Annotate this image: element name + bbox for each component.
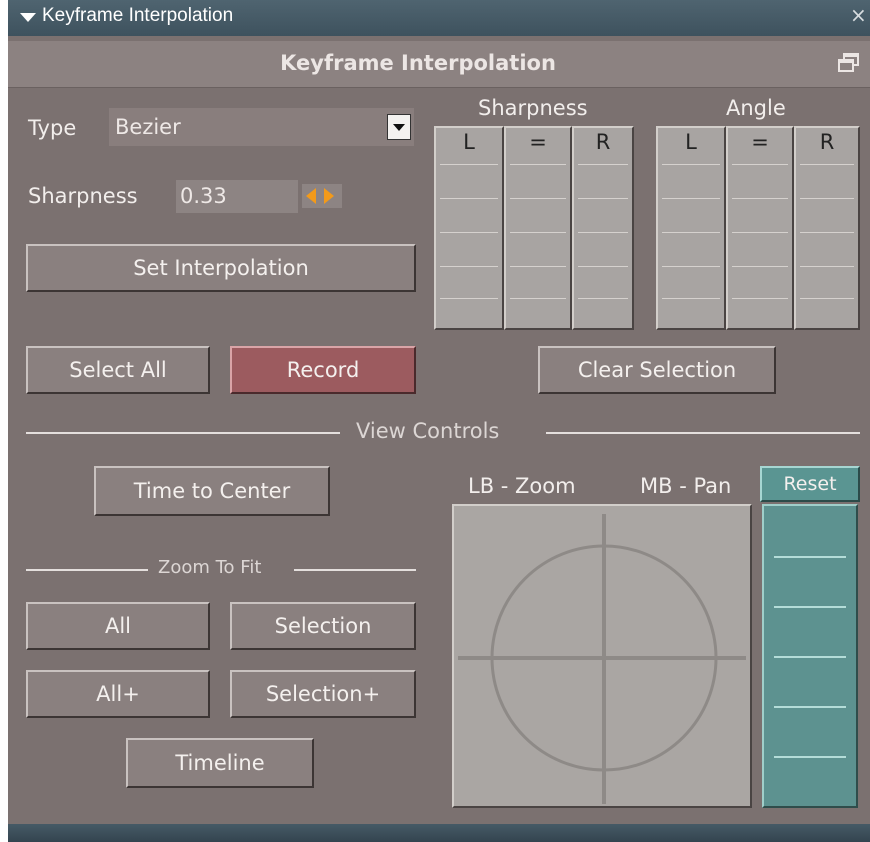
panel-header: Keyframe Interpolation (8, 41, 870, 88)
strip-tick (774, 756, 846, 758)
angle-col-right-label: R (819, 130, 835, 154)
reset-button[interactable]: Reset (760, 466, 860, 502)
sharpness-col-equal-label: = (529, 130, 547, 154)
col-line (800, 198, 854, 199)
type-label: Type (28, 116, 77, 140)
col-line (578, 266, 628, 267)
col-line (578, 198, 628, 199)
spinner-left-icon[interactable] (306, 188, 316, 204)
separator-line (26, 432, 340, 434)
sharpness-field[interactable]: 0.33 (176, 180, 298, 213)
strip-tick (774, 556, 846, 558)
zoom-selection-button[interactable]: Selection (230, 602, 416, 650)
timeline-button[interactable]: Timeline (126, 738, 314, 788)
zoom-selection-plus-button[interactable]: Selection+ (230, 670, 416, 718)
lb-zoom-label: LB - Zoom (468, 474, 576, 498)
strip-tick (774, 606, 846, 608)
col-line (732, 298, 788, 299)
type-dropdown-value: Bezier (115, 115, 181, 139)
separator-line (294, 569, 416, 571)
col-line (510, 232, 566, 233)
col-line (440, 298, 498, 299)
sharpness-col-equal[interactable]: = (504, 126, 572, 330)
col-line (510, 198, 566, 199)
col-divider (578, 164, 628, 165)
sharpness-spinner[interactable] (302, 184, 342, 208)
set-interpolation-button[interactable]: Set Interpolation (26, 244, 416, 292)
col-line (578, 298, 628, 299)
close-icon[interactable]: × (850, 3, 867, 27)
strip-tick (774, 656, 846, 658)
zoom-pan-pad[interactable] (452, 504, 752, 808)
col-line (800, 266, 854, 267)
sharpness-col-left-label: L (463, 130, 475, 154)
sharpness-col-left[interactable]: L (434, 126, 504, 330)
col-line (662, 298, 720, 299)
separator-line (546, 432, 860, 434)
col-divider (800, 164, 854, 165)
zoom-to-fit-label: Zoom To Fit (158, 557, 262, 578)
record-button[interactable]: Record (230, 346, 416, 394)
col-divider (440, 164, 498, 165)
separator-line (26, 569, 148, 571)
col-line (732, 232, 788, 233)
mb-pan-label: MB - Pan (640, 474, 732, 498)
col-line (732, 266, 788, 267)
panel-title: Keyframe Interpolation (280, 51, 556, 75)
col-line (440, 232, 498, 233)
strip-tick (774, 706, 846, 708)
spinner-right-icon[interactable] (324, 188, 334, 204)
col-line (662, 232, 720, 233)
col-line (440, 266, 498, 267)
bottom-bar (8, 824, 870, 842)
sharpness-group-title: Sharpness (478, 96, 588, 120)
angle-col-equal-label: = (751, 130, 769, 154)
collapse-triangle-icon[interactable] (20, 13, 36, 22)
sharpness-col-right-label: R (595, 130, 611, 154)
col-line (800, 232, 854, 233)
sharpness-col-right[interactable]: R (572, 126, 634, 330)
col-line (732, 198, 788, 199)
col-line (578, 232, 628, 233)
clear-selection-button[interactable]: Clear Selection (538, 346, 776, 394)
col-divider (510, 164, 566, 165)
col-line (662, 198, 720, 199)
zoom-slider-strip[interactable] (762, 504, 858, 808)
angle-col-equal[interactable]: = (726, 126, 794, 330)
col-line (440, 198, 498, 199)
restore-window-icon[interactable] (837, 52, 861, 74)
time-to-center-button[interactable]: Time to Center (94, 466, 330, 516)
window-title: Keyframe Interpolation (42, 5, 234, 26)
sharpness-label: Sharpness (28, 184, 138, 208)
sharpness-value: 0.33 (180, 184, 227, 208)
angle-col-left-label: L (685, 130, 697, 154)
col-line (510, 298, 566, 299)
angle-col-right[interactable]: R (794, 126, 860, 330)
window-titlebar[interactable]: Keyframe Interpolation × (8, 0, 870, 36)
col-line (510, 266, 566, 267)
col-line (662, 266, 720, 267)
angle-col-left[interactable]: L (656, 126, 726, 330)
col-divider (732, 164, 788, 165)
crosshair-icon (458, 514, 746, 804)
select-all-button[interactable]: Select All (26, 346, 210, 394)
type-dropdown[interactable]: Bezier (109, 108, 414, 146)
col-divider (662, 164, 720, 165)
zoom-all-button[interactable]: All (26, 602, 210, 650)
zoom-all-plus-button[interactable]: All+ (26, 670, 210, 718)
col-line (800, 298, 854, 299)
view-controls-label: View Controls (356, 419, 500, 443)
chevron-down-icon[interactable] (387, 114, 411, 140)
angle-group-title: Angle (726, 96, 786, 120)
